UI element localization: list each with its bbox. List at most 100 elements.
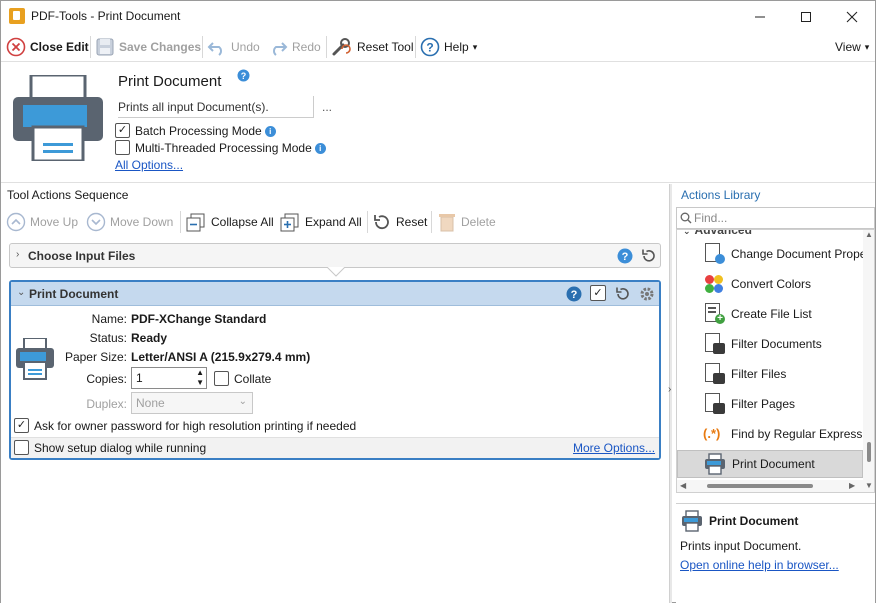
library-item[interactable]: Convert Colors (677, 270, 863, 298)
library-item[interactable]: Filter Documents (677, 330, 863, 358)
close-window-button[interactable] (829, 1, 875, 32)
chevron-down-icon[interactable]: ▼ (865, 481, 873, 490)
minimize-button[interactable] (737, 1, 783, 32)
reset-icon (374, 215, 389, 230)
reset-icon[interactable] (641, 248, 657, 264)
collate-label: Collate (234, 372, 272, 386)
more-options-link[interactable]: More Options... (573, 441, 655, 455)
delete-button[interactable]: Delete (437, 211, 496, 233)
library-item[interactable]: Filter Files (677, 360, 863, 388)
library-item[interactable]: Change Document Properties (677, 240, 863, 268)
panel-splitter[interactable]: › (668, 184, 672, 603)
library-hscrollbar[interactable]: ◀ ▶ (677, 480, 863, 492)
tool-description-field[interactable]: Prints all input Document(s). (118, 96, 314, 118)
action-card-choose-input[interactable]: › Choose Input Files ? (9, 243, 661, 268)
move-down-button[interactable]: Move Down (86, 211, 173, 233)
chevron-down-icon: ▾ (472, 41, 478, 52)
save-changes-button[interactable]: Save Changes (95, 36, 201, 58)
close-edit-button[interactable]: Close Edit (6, 36, 89, 58)
main-toolbar: Close Edit Save Changes Undo Redo Reset … (1, 32, 875, 62)
batch-mode-checkbox[interactable]: ✓ (115, 123, 130, 138)
library-item[interactable]: (.*) Find by Regular Expression (677, 420, 863, 448)
view-menu-button[interactable]: View ▾ (835, 36, 869, 58)
library-item-selected[interactable]: Print Document (677, 450, 863, 478)
reset-sequence-button[interactable]: Reset (372, 211, 427, 233)
tool-title: Print Document (118, 73, 222, 90)
ask-password-checkbox[interactable]: ✓ (14, 418, 29, 433)
chevron-left-icon[interactable]: ◀ (680, 481, 686, 490)
multithread-checkbox[interactable] (115, 140, 130, 155)
move-up-button[interactable]: Move Up (6, 211, 78, 233)
paper-size-label: Paper Size: (64, 350, 127, 364)
arrow-up-circle-icon (6, 212, 26, 232)
duplex-select[interactable]: None ⌄ (131, 392, 253, 414)
collapse-all-label: Collapse All (211, 215, 274, 229)
help-icon[interactable]: ? (566, 286, 582, 302)
library-list[interactable]: ⌄Advanced Change Document Properties Con… (676, 229, 875, 493)
library-header: Actions Library (681, 188, 761, 202)
printer-name-value[interactable]: PDF-XChange Standard (131, 312, 266, 326)
detail-title: Print Document (709, 514, 799, 528)
toolbar-divider (367, 211, 368, 233)
copies-stepper[interactable]: 1 ▲ ▼ (131, 367, 207, 389)
spin-arrows-icon[interactable]: ▲ ▼ (196, 368, 204, 388)
maximize-button[interactable] (783, 1, 829, 32)
sequence-toolbar: Move Up Move Down Collapse All Expand Al… (1, 207, 669, 237)
collapse-all-button[interactable]: Collapse All (185, 211, 274, 233)
close-edit-label: Close Edit (30, 40, 89, 54)
svg-text:?: ? (622, 251, 629, 263)
library-group-label[interactable]: ⌄ Advanced (683, 230, 752, 237)
printer-large-icon (13, 75, 103, 161)
chevron-down-icon: ▾ (864, 41, 870, 52)
description-more-button[interactable]: ... (322, 100, 332, 114)
reset-icon[interactable] (615, 286, 631, 302)
printer-icon (682, 510, 702, 532)
filter-pages-icon (703, 393, 725, 415)
sequence-connector-icon (327, 267, 345, 277)
scrollbar-thumb[interactable] (867, 442, 871, 462)
gear-icon[interactable] (639, 286, 655, 302)
help-menu-button[interactable]: ? Help ▾ (420, 36, 477, 58)
redo-label: Redo (292, 40, 321, 54)
help-icon[interactable]: ? (617, 248, 633, 264)
redo-button[interactable]: Redo (268, 36, 321, 58)
ask-password-label: Ask for owner password for high resoluti… (34, 419, 357, 433)
all-options-link[interactable]: All Options... (115, 158, 183, 172)
reset-tool-button[interactable]: Reset Tool (331, 36, 413, 58)
svg-text:?: ? (241, 71, 247, 81)
printer-name-label: Name: (91, 312, 127, 326)
action-card-header[interactable]: ⌄ Print Document ? ✓ (11, 282, 659, 306)
minimize-icon (755, 16, 765, 17)
chevron-up-icon[interactable]: ▲ (865, 230, 873, 239)
undo-button[interactable]: Undo (207, 36, 260, 58)
toolbar-divider (431, 211, 432, 233)
undo-label: Undo (231, 40, 260, 54)
show-setup-label: Show setup dialog while running (34, 441, 207, 455)
expand-all-button[interactable]: Expand All (279, 211, 362, 233)
library-item[interactable]: + Create File List (677, 300, 863, 328)
paper-size-value[interactable]: Letter/ANSI A (215.9x279.4 mm) (131, 350, 310, 364)
expand-all-label: Expand All (305, 215, 362, 229)
move-down-label: Move Down (110, 215, 174, 229)
undo-icon (207, 42, 222, 56)
chevron-right-icon[interactable]: › (668, 384, 671, 395)
delete-label: Delete (461, 215, 496, 229)
printer-icon (704, 453, 726, 475)
library-detail: Print Document Prints input Document. Op… (676, 503, 875, 603)
show-setup-checkbox[interactable] (14, 440, 29, 455)
color-palette-icon (703, 273, 725, 295)
toolbar-divider (326, 36, 327, 58)
library-search-input[interactable]: Find... (676, 207, 875, 229)
svg-text:?: ? (571, 289, 578, 301)
toolbar-divider (90, 36, 91, 58)
library-scrollbar[interactable]: ▲ ▼ (863, 230, 874, 492)
chevron-right-icon[interactable]: ▶ (849, 481, 855, 490)
library-item[interactable]: Filter Pages (677, 390, 863, 418)
online-help-link[interactable]: Open online help in browser... (680, 558, 839, 572)
chevron-right-icon[interactable]: › (16, 249, 19, 260)
scrollbar-thumb[interactable] (707, 484, 813, 488)
help-icon[interactable]: ? (237, 69, 250, 82)
action-enabled-checkbox[interactable]: ✓ (590, 285, 606, 301)
collate-checkbox[interactable] (214, 371, 229, 386)
chevron-down-icon[interactable]: ⌄ (17, 287, 25, 298)
